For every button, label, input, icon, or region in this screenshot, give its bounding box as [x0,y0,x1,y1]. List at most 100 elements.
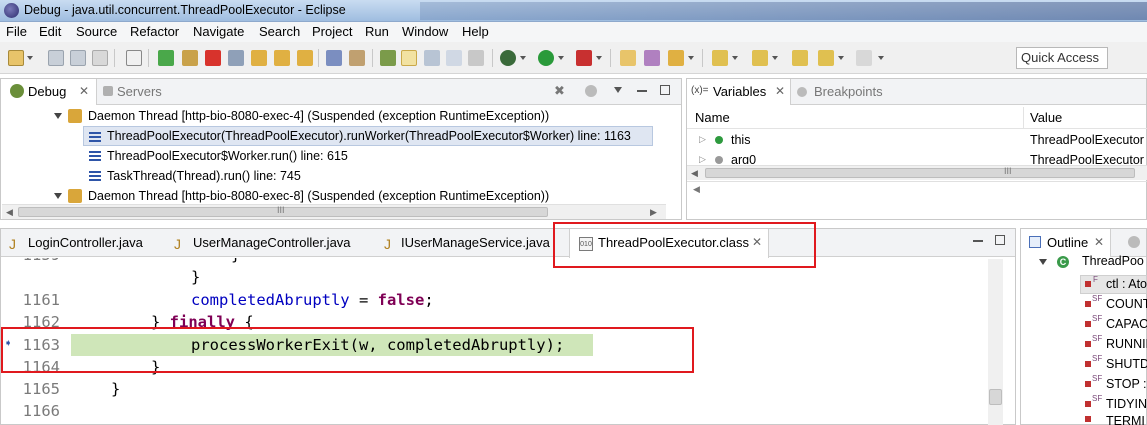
column-value-header[interactable]: Value [1030,110,1062,125]
outline-item-clipped[interactable]: TERMI [1080,414,1147,425]
scroll-left-icon[interactable]: ◀ [6,207,13,218]
prev-annotation-icon[interactable] [752,50,768,66]
suspend-icon[interactable] [182,50,198,66]
run-icon[interactable] [538,50,554,66]
use-step-filters-icon[interactable] [349,50,365,66]
tab-debug[interactable]: Debug ✕ [1,79,97,105]
maximize-icon[interactable] [660,85,670,95]
expand-arrow-icon[interactable]: ▷ [699,134,706,145]
menu-window[interactable]: Window [402,24,448,39]
terminate-icon[interactable] [205,50,221,66]
close-icon[interactable]: ✕ [775,84,785,98]
step-over-icon[interactable] [274,50,290,66]
view-dropdown-icon[interactable] [614,87,622,93]
menu-help[interactable]: Help [462,24,489,39]
thread-row[interactable]: Daemon Thread [http-bio-8080-exec-8] (Su… [1,186,681,206]
disconnect-icon[interactable] [228,50,244,66]
print-icon[interactable] [92,50,108,66]
menu-refactor[interactable]: Refactor [130,24,179,39]
outline-item[interactable]: CAPACI [1106,314,1147,334]
scrollbar-thumb[interactable]: III [705,166,1135,178]
last-edit-icon[interactable] [792,50,808,66]
tab-outline[interactable]: Outline ✕ [1021,229,1111,257]
back-dropdown-icon[interactable] [838,56,844,60]
scroll-right-icon[interactable]: ▶ [650,207,657,218]
new-icon[interactable] [8,50,24,66]
new-dropdown-icon[interactable] [27,56,33,60]
scrollbar-thumb[interactable] [989,389,1002,405]
new-class-dropdown-icon[interactable] [688,56,694,60]
code-area[interactable]: ➧ 1159 1161 1162 1163 1164 1165 1166 } }… [1,258,1001,425]
editor-tab[interactable]: J IUserManageService.java [381,229,556,257]
outline-menu-icon[interactable] [1128,236,1140,248]
menu-file[interactable]: File [6,24,27,39]
menu-source[interactable]: Source [76,24,117,39]
open-debug-icon[interactable] [380,50,396,66]
toggle-mark-icon[interactable] [401,50,417,66]
save-all-icon[interactable] [70,50,86,66]
minimize-icon[interactable] [973,240,983,242]
menu-run[interactable]: Run [365,24,389,39]
stack-frame-row-selected[interactable]: ThreadPoolExecutor(ThreadPoolExecutor).r… [83,126,653,146]
next-annotation-icon[interactable] [712,50,728,66]
thread-row[interactable]: Daemon Thread [http-bio-8080-exec-4] (Su… [1,106,681,126]
outline-item[interactable]: STOP : [1106,374,1147,394]
variable-row-arg0[interactable]: ▷ arg0 ThreadPoolExecutor [687,150,1147,164]
external-tools-dropdown-icon[interactable] [596,56,602,60]
drop-to-frame-icon[interactable] [326,50,342,66]
quick-access-field[interactable]: Quick Access [1016,47,1108,69]
forward-icon[interactable] [856,50,872,66]
debug-dropdown-icon[interactable] [520,56,526,60]
back-icon[interactable] [818,50,834,66]
variable-detail-pane[interactable]: ◀ [687,181,1147,219]
remove-terminated-icon[interactable]: ✖ [554,83,565,99]
expand-arrow-icon[interactable] [1039,259,1047,265]
scrollbar-thumb[interactable]: III [18,205,548,217]
stack-frame-row[interactable]: TaskThread(Thread).run() line: 745 [1,166,681,186]
outline-class-name[interactable]: ThreadPoo [1082,254,1144,268]
outline-item[interactable]: RUNNIN [1106,334,1147,354]
editor-tab[interactable]: J UserManageController.java [171,229,366,257]
stack-frame-row[interactable]: ThreadPoolExecutor$Worker.run() line: 61… [1,146,681,166]
tab-breakpoints[interactable]: Breakpoints [814,84,883,99]
tab-servers[interactable]: Servers [117,84,162,99]
horizontal-scrollbar[interactable]: ◀ III [687,165,1147,180]
menu-project[interactable]: Project [312,24,352,39]
expand-arrow-icon[interactable] [54,113,62,119]
external-tools-icon[interactable] [576,50,592,66]
scroll-left-icon[interactable]: ◀ [691,168,698,179]
new-package-icon[interactable] [644,50,660,66]
menu-search[interactable]: Search [259,24,300,39]
new-class-icon[interactable] [668,50,684,66]
next-annotation-dropdown-icon[interactable] [732,56,738,60]
expand-arrow-icon[interactable]: ▷ [699,154,706,164]
resume-icon[interactable] [158,50,174,66]
outline-item[interactable]: SHUTD [1106,354,1147,374]
detail-scroll-left-icon[interactable]: ◀ [693,184,700,195]
menu-navigate[interactable]: Navigate [193,24,244,39]
run-dropdown-icon[interactable] [558,56,564,60]
minimize-icon[interactable] [637,90,647,92]
forward-dropdown-icon[interactable] [878,56,884,60]
variable-row-this[interactable]: ▷ this ThreadPoolExecutor [687,130,1147,150]
debug-icon[interactable] [500,50,516,66]
expand-arrow-icon[interactable] [54,193,62,199]
step-return-icon[interactable] [297,50,313,66]
tab-variables[interactable]: (x)= Variables ✕ [687,79,791,105]
menu-edit[interactable]: Edit [39,24,61,39]
view-menu-icon[interactable] [585,85,597,97]
new-java-project-icon[interactable] [620,50,636,66]
prev-annotation-dropdown-icon[interactable] [772,56,778,60]
close-icon[interactable]: ✕ [79,84,89,98]
save-icon[interactable] [48,50,64,66]
outline-item[interactable]: TIDYIN [1106,394,1147,414]
open-type-icon[interactable] [424,50,440,66]
horizontal-scrollbar[interactable]: ◀ III ▶ [2,204,666,219]
maximize-icon[interactable] [995,235,1005,245]
close-icon[interactable]: ✕ [1094,235,1104,249]
editor-tab[interactable]: J LoginController.java [1,229,163,257]
open-task-icon[interactable] [446,50,462,66]
step-into-icon[interactable] [251,50,267,66]
skip-breakpoints-icon[interactable] [126,50,142,66]
outline-item[interactable]: COUNT [1106,294,1147,314]
